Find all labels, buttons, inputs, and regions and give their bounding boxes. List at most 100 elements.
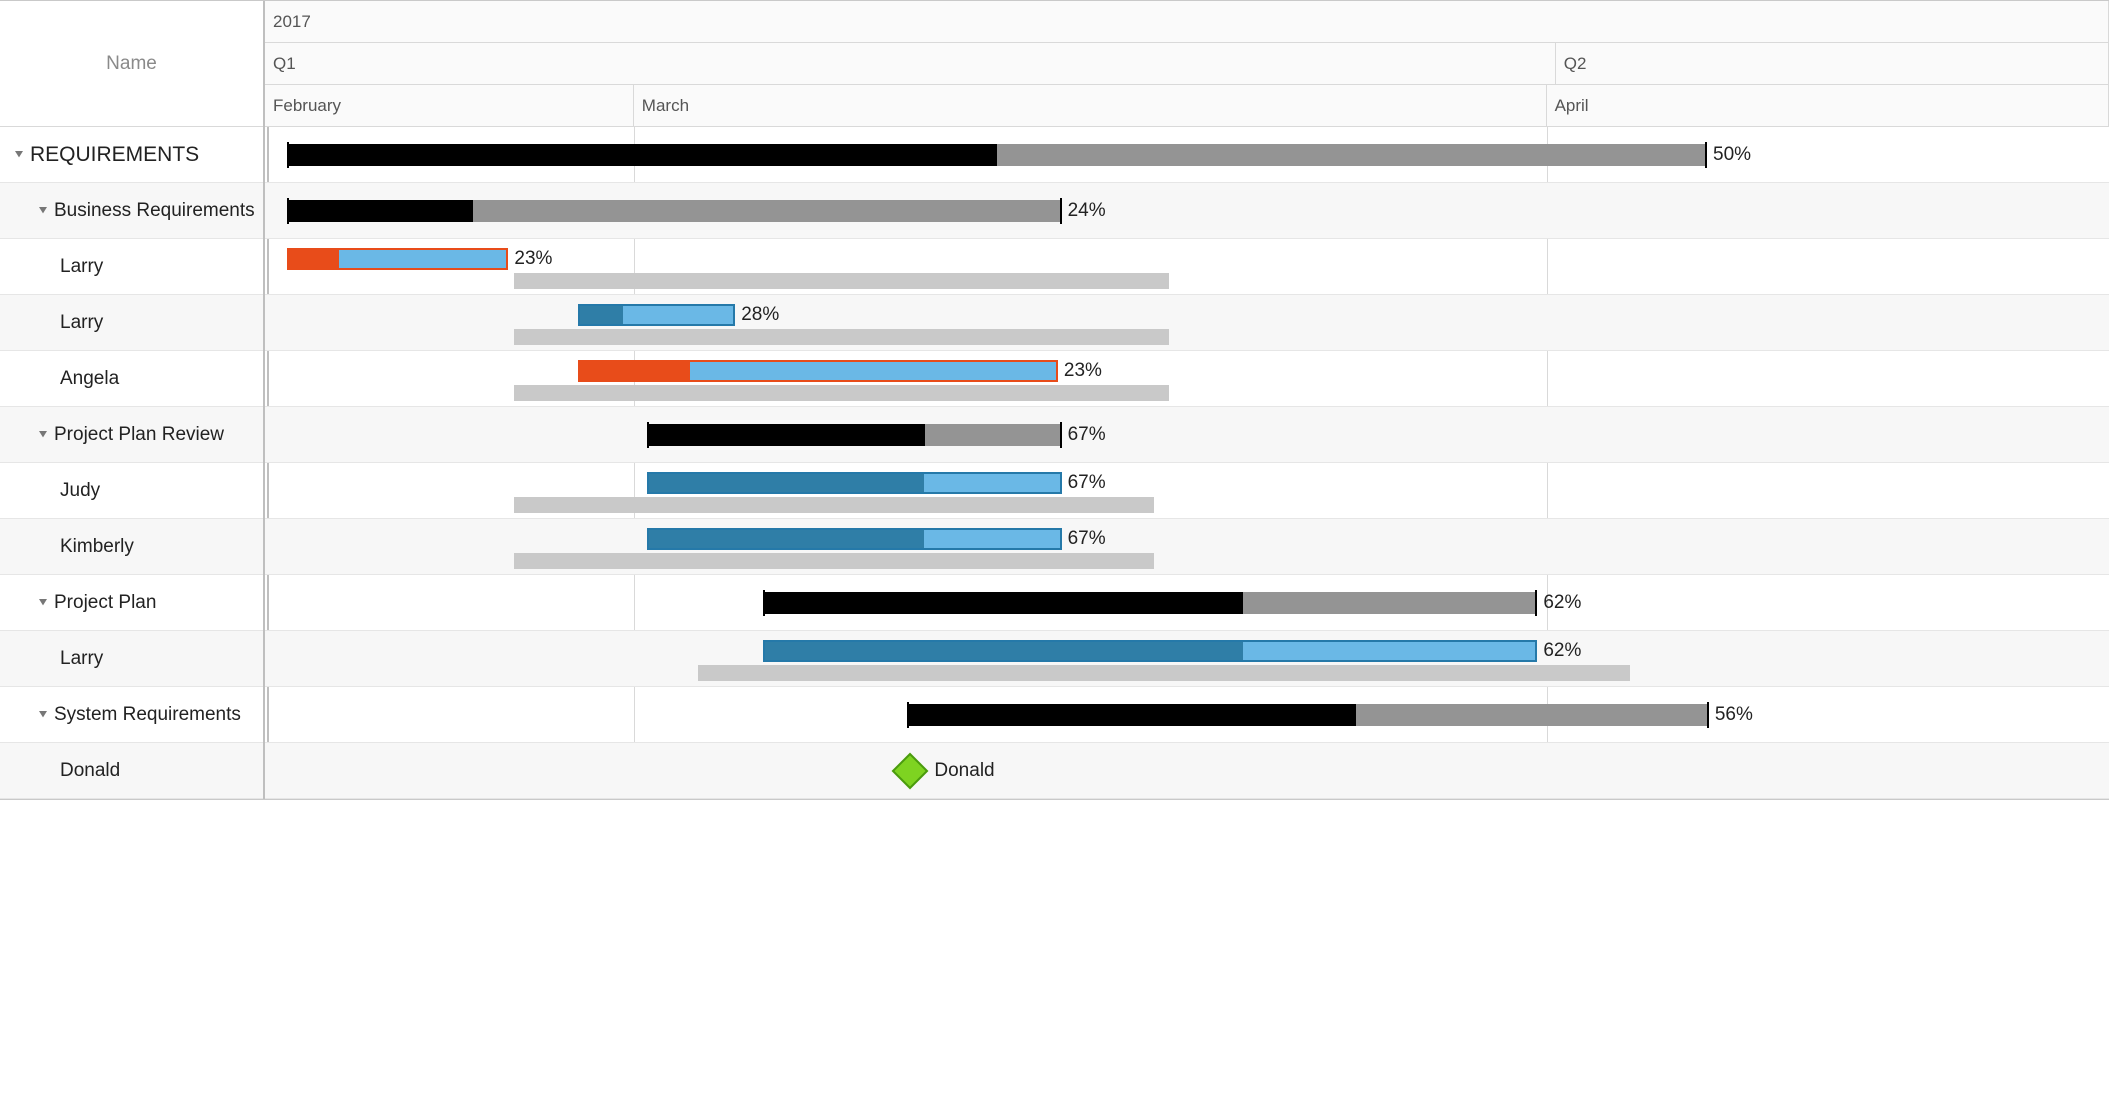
progress-fill	[289, 250, 339, 268]
timeline-row-kimberly: 67%	[265, 519, 2109, 575]
month-label: April	[1555, 96, 1589, 116]
task-label: Angela	[60, 368, 119, 390]
summary-bar[interactable]: 62%	[763, 592, 1537, 614]
task-row-kimberly[interactable]: Kimberly	[0, 519, 263, 575]
baseline-bar	[514, 497, 1154, 513]
timeline-body[interactable]: 50% 24% 23% 28% 23% 67% 67% 67% 62% 62% 56% Donald	[265, 127, 2109, 799]
progress-fill	[580, 306, 623, 324]
progress-fill	[649, 474, 924, 492]
quarter-label: Q1	[273, 54, 296, 74]
task-label: Judy	[60, 480, 100, 502]
progress-label: 67%	[1068, 424, 1106, 446]
progress-label: 23%	[1064, 360, 1102, 382]
task-label: Kimberly	[60, 536, 134, 558]
summary-bar[interactable]: 24%	[287, 200, 1061, 222]
month-label: February	[273, 96, 341, 116]
progress-label: 67%	[1068, 472, 1106, 494]
month-cell[interactable]: April	[1547, 85, 2109, 126]
task-bar-normal[interactable]	[578, 304, 735, 326]
progress-fill	[763, 592, 1243, 614]
task-bar-normal[interactable]	[763, 640, 1537, 662]
summary-bar[interactable]: 56%	[907, 704, 1709, 726]
milestone-label: Donald	[934, 760, 994, 782]
task-label: Donald	[60, 760, 120, 782]
expand-caret-icon[interactable]	[38, 598, 48, 608]
summary-bar[interactable]: 67%	[647, 424, 1062, 446]
progress-label: 50%	[1713, 144, 1751, 166]
task-label: Larry	[60, 256, 103, 278]
month-cell[interactable]: February	[265, 85, 634, 126]
task-row-larry-2[interactable]: Larry	[0, 295, 263, 351]
task-bar[interactable]: 62%	[763, 640, 1537, 662]
task-label: Business Requirements	[54, 200, 255, 222]
timeline-row-business-req: 24%	[265, 183, 2109, 239]
baseline-bar	[698, 665, 1629, 681]
baseline-bar	[514, 553, 1154, 569]
progress-label: 28%	[741, 304, 779, 326]
timeline-row-larry-2: 28%	[265, 295, 2109, 351]
timeline-year-row: 2017	[265, 1, 2109, 43]
expand-caret-icon[interactable]	[38, 430, 48, 440]
timeline-row-requirements: 50%	[265, 127, 2109, 183]
task-row-judy[interactable]: Judy	[0, 463, 263, 519]
task-label: REQUIREMENTS	[30, 143, 199, 167]
task-bar-late[interactable]	[287, 248, 508, 270]
task-list-pane: Name REQUIREMENTS Business Requirements La…	[0, 1, 265, 799]
quarter-cell[interactable]: Q2	[1556, 43, 2109, 84]
task-bar[interactable]: 23%	[578, 360, 1057, 382]
timeline-quarter-row: Q1 Q2	[265, 43, 2109, 85]
progress-label: 24%	[1068, 200, 1106, 222]
progress-label: 56%	[1715, 704, 1753, 726]
milestone-diamond-icon[interactable]	[892, 752, 929, 789]
task-bar-normal[interactable]	[647, 472, 1062, 494]
task-bar[interactable]: 23%	[287, 248, 508, 270]
timeline-year-cell[interactable]: 2017	[265, 1, 2109, 42]
quarter-label: Q2	[1564, 54, 1587, 74]
task-row-project-plan[interactable]: Project Plan	[0, 575, 263, 631]
task-bar[interactable]: 67%	[647, 528, 1062, 550]
progress-label: 62%	[1543, 592, 1581, 614]
task-row-project-plan-review[interactable]: Project Plan Review	[0, 407, 263, 463]
progress-label: 62%	[1543, 640, 1581, 662]
task-bar-normal[interactable]	[647, 528, 1062, 550]
task-row-business-req[interactable]: Business Requirements	[0, 183, 263, 239]
summary-bar[interactable]: 50%	[287, 144, 1707, 166]
timeline-row-project-plan-review: 67%	[265, 407, 2109, 463]
progress-label: 67%	[1068, 528, 1106, 550]
task-label: System Requirements	[54, 704, 241, 726]
task-bar[interactable]: 28%	[578, 304, 735, 326]
task-row-donald[interactable]: Donald	[0, 743, 263, 799]
name-column-header[interactable]: Name	[0, 1, 263, 127]
expand-caret-icon[interactable]	[38, 206, 48, 216]
year-label: 2017	[273, 12, 311, 32]
progress-fill	[287, 144, 997, 166]
expand-caret-icon[interactable]	[38, 710, 48, 720]
progress-fill	[647, 424, 925, 446]
gantt-chart: Name REQUIREMENTS Business Requirements La…	[0, 0, 2109, 800]
name-column-label: Name	[106, 53, 157, 75]
progress-fill	[580, 362, 689, 380]
expand-caret-icon[interactable]	[14, 150, 24, 160]
month-label: March	[642, 96, 689, 116]
task-row-angela[interactable]: Angela	[0, 351, 263, 407]
progress-fill	[765, 642, 1243, 660]
progress-fill	[907, 704, 1356, 726]
timeline-row-project-plan: 62%	[265, 575, 2109, 631]
task-row-larry-1[interactable]: Larry	[0, 239, 263, 295]
month-cell[interactable]: March	[634, 85, 1547, 126]
task-row-requirements[interactable]: REQUIREMENTS	[0, 127, 263, 183]
baseline-bar	[514, 329, 1169, 345]
baseline-bar	[514, 385, 1169, 401]
task-bar-late[interactable]	[578, 360, 1057, 382]
progress-fill	[649, 530, 924, 548]
progress-fill	[287, 200, 473, 222]
task-bar[interactable]: 67%	[647, 472, 1062, 494]
timeline-row-donald: Donald	[265, 743, 2109, 799]
task-label: Project Plan	[54, 592, 156, 614]
task-row-larry-3[interactable]: Larry	[0, 631, 263, 687]
task-row-system-req[interactable]: System Requirements	[0, 687, 263, 743]
quarter-cell[interactable]: Q1	[265, 43, 1556, 84]
timeline-row-judy: 67%	[265, 463, 2109, 519]
task-label: Project Plan Review	[54, 424, 224, 446]
timeline-row-angela: 23%	[265, 351, 2109, 407]
